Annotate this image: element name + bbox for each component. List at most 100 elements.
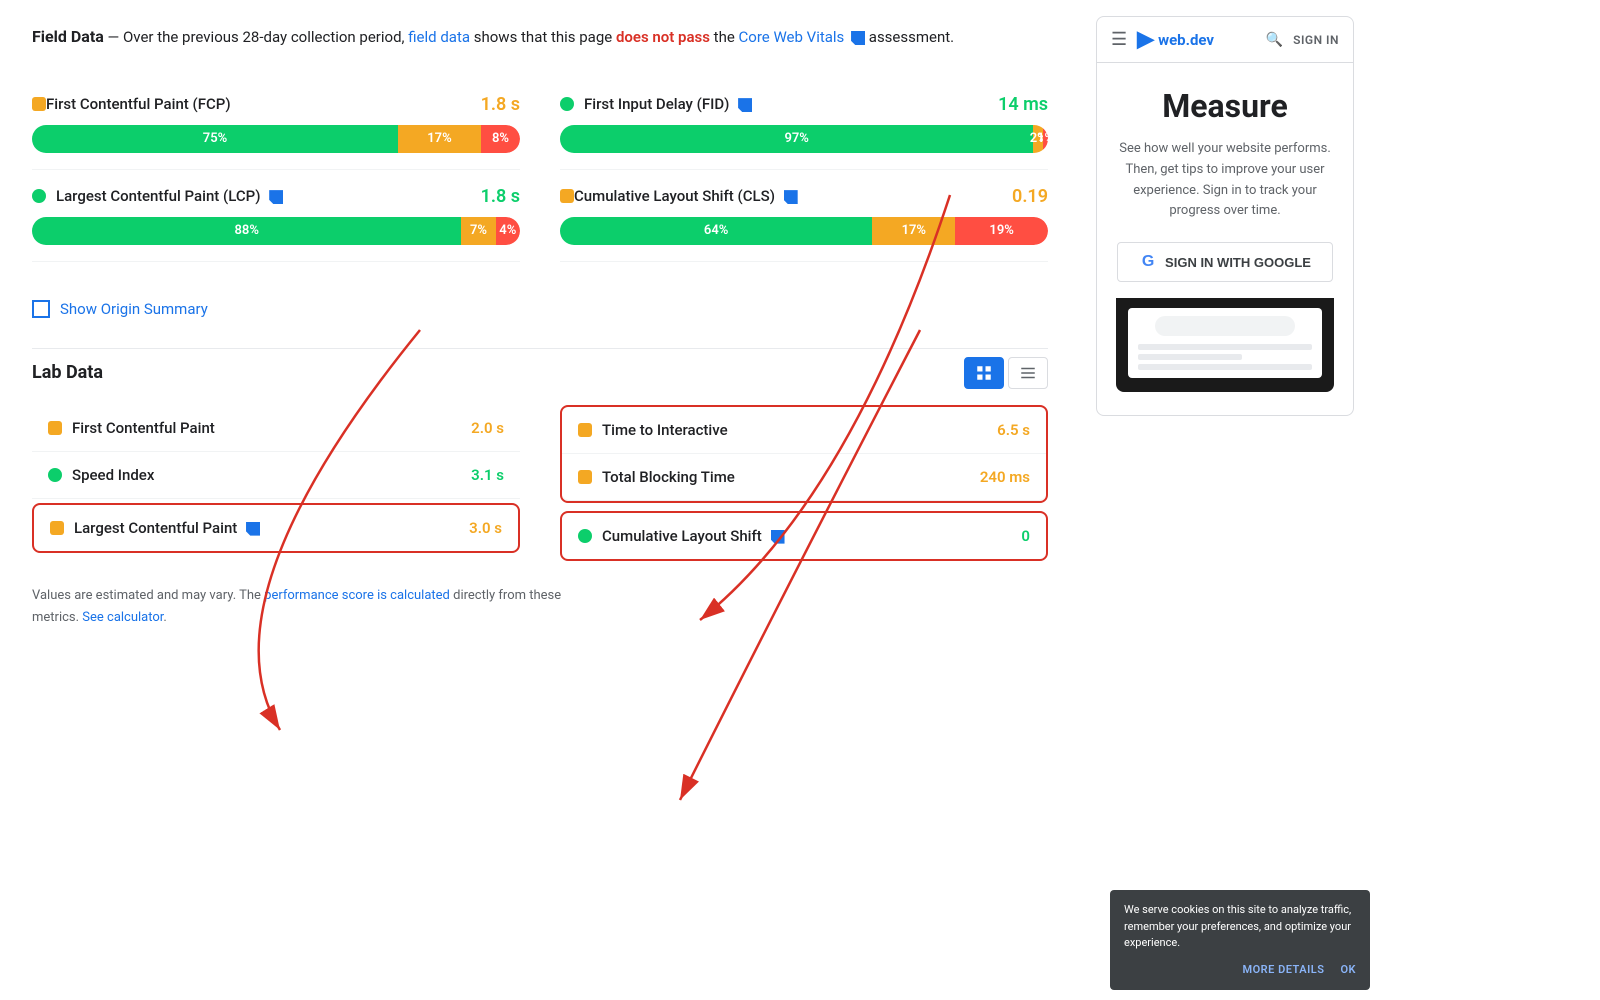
webdev-card: ☰ ▶ web.dev 🔍 SIGN IN Measure See how we… [1096,16,1354,416]
lab-cls-icon [578,529,592,543]
lab-cls-value: 0 [1021,527,1030,545]
lab-fcp-icon [48,421,62,435]
mobile-line-3 [1138,364,1312,370]
origin-summary-checkbox[interactable] [32,300,50,318]
lab-lcp-name: Largest Contentful Paint [74,519,469,537]
measure-desc: See how well your website performs. Then… [1117,139,1333,222]
ok-button[interactable]: OK [1340,962,1356,979]
origin-summary-label[interactable]: Show Origin Summary [60,300,208,318]
separator [32,348,1048,349]
lab-si-icon [48,468,62,482]
fid-bar-poor: 1% [1043,125,1048,153]
footer-text-1: Values are estimated and may vary. The [32,588,264,603]
field-data-link[interactable]: field data [408,28,470,46]
perf-score-link[interactable]: performance score is calculated [264,588,450,603]
lab-metric-tti: Time to Interactive 6.5 s [562,407,1046,454]
cwv-link[interactable]: Core Web Vitals [739,28,869,46]
mobile-url-bar [1155,316,1294,336]
metric-fid: First Input Delay (FID) 14 ms 97% 2% 1% [560,78,1048,170]
webdev-navbar: ☰ ▶ web.dev 🔍 SIGN IN [1097,17,1353,63]
field-metrics-grid: First Contentful Paint (FCP) 1.8 s 75% 1… [32,78,1048,262]
fcp-name: First Contentful Paint (FCP) [46,95,481,113]
lab-metric-lcp: Largest Contentful Paint 3.0 s [32,503,520,553]
mobile-content [1138,344,1312,370]
lab-fcp-value: 2.0 s [471,419,504,437]
footer-note: Values are estimated and may vary. The p… [32,585,1048,629]
lab-tti-value: 6.5 s [997,421,1030,439]
fid-name: First Input Delay (FID) [584,95,998,113]
fid-cwv-icon [738,98,752,112]
cls-icon [560,189,574,203]
measure-content: Measure See how well your website perfor… [1097,63,1353,415]
cookie-text: We serve cookies on this site to analyze… [1124,902,1356,952]
more-details-button[interactable]: MORE DETAILS [1242,962,1324,979]
search-icon[interactable]: 🔍 [1266,32,1283,48]
cls-bar-good: 64% [560,217,872,245]
lab-metric-si: Speed Index 3.1 s [32,452,520,499]
header-desc-2: shows that this page [470,28,616,46]
lab-tbt-value: 240 ms [980,468,1030,486]
lcp-bar-good: 88% [32,217,461,245]
lab-data-header: Lab Data [32,357,1048,389]
lab-tbt-name: Total Blocking Time [602,468,980,486]
lcp-bar: 88% 7% 4% [32,217,520,245]
lab-cls-cwv-icon [771,530,785,544]
logo-arrow-icon: ▶ [1137,27,1154,52]
view-toggle[interactable] [964,357,1048,389]
origin-summary-row[interactable]: Show Origin Summary [32,286,1048,332]
lab-data-title: Lab Data [32,362,103,383]
fcp-bar-poor: 8% [481,125,520,153]
cls-bar-poor: 19% [955,217,1048,245]
right-panel: ☰ ▶ web.dev 🔍 SIGN IN Measure See how we… [1080,0,1370,1000]
fid-bar-good: 97% [560,125,1033,153]
cls-bar-needs-improvement: 17% [872,217,955,245]
does-not-pass-text: does not pass [616,28,710,46]
lab-lcp-cwv-icon [246,522,260,536]
lab-fcp-name: First Contentful Paint [72,419,471,437]
metric-lcp: Largest Contentful Paint (LCP) 1.8 s 88%… [32,170,520,262]
lab-si-value: 3.1 s [471,466,504,484]
metric-cls: Cumulative Layout Shift (CLS) 0.19 64% 1… [560,170,1048,262]
google-g-icon: G [1139,253,1157,271]
fcp-bar: 75% 17% 8% [32,125,520,153]
footer-text-3: . [163,610,166,625]
grid-icon [975,364,993,382]
webdev-logo-text: web.dev [1158,31,1214,49]
lab-tbt-icon [578,470,592,484]
fcp-value: 1.8 s [481,94,520,115]
lab-metric-tbt: Total Blocking Time 240 ms [562,454,1046,501]
fcp-bar-good: 75% [32,125,398,153]
lab-data-section: Lab Data [32,357,1048,565]
sign-in-button[interactable]: SIGN IN [1293,33,1339,47]
lcp-bar-needs-improvement: 7% [461,217,495,245]
lab-metric-fcp: First Contentful Paint 2.0 s [32,405,520,452]
calc-link[interactable]: See calculator [82,610,163,625]
lcp-value: 1.8 s [481,186,520,207]
fid-value: 14 ms [998,94,1048,115]
fcp-icon [32,97,46,111]
header-desc-4: assessment. [869,28,954,46]
metric-fcp: First Contentful Paint (FCP) 1.8 s 75% 1… [32,78,520,170]
measure-title: Measure [1117,87,1333,125]
google-signin-label: SIGN IN WITH GOOGLE [1165,255,1311,270]
list-view-btn[interactable] [1008,357,1048,389]
hamburger-icon[interactable]: ☰ [1111,29,1127,50]
webdev-logo: ▶ web.dev [1137,27,1214,52]
field-data-header: Field Data — Over the previous 28-day co… [32,24,1048,50]
lab-lcp-icon [50,521,64,535]
lab-metrics-grid: First Contentful Paint 2.0 s Speed Index… [32,405,1048,565]
fid-icon [560,97,574,111]
cls-cwv-icon [784,190,798,204]
lab-tti-icon [578,423,592,437]
lab-tti-name: Time to Interactive [602,421,997,439]
grid-view-btn[interactable] [964,357,1004,389]
lab-tti-tbt-group: Time to Interactive 6.5 s Total Blocking… [560,405,1048,503]
cls-name: Cumulative Layout Shift (CLS) [574,187,1012,205]
field-data-title: Field Data [32,27,104,46]
cls-value: 0.19 [1012,186,1048,207]
cookie-actions: MORE DETAILS OK [1124,962,1356,979]
lab-metric-cls: Cumulative Layout Shift 0 [560,511,1048,561]
header-desc-3: the [710,28,739,46]
google-signin-button[interactable]: G SIGN IN WITH GOOGLE [1117,242,1333,282]
mobile-line-1 [1138,344,1312,350]
